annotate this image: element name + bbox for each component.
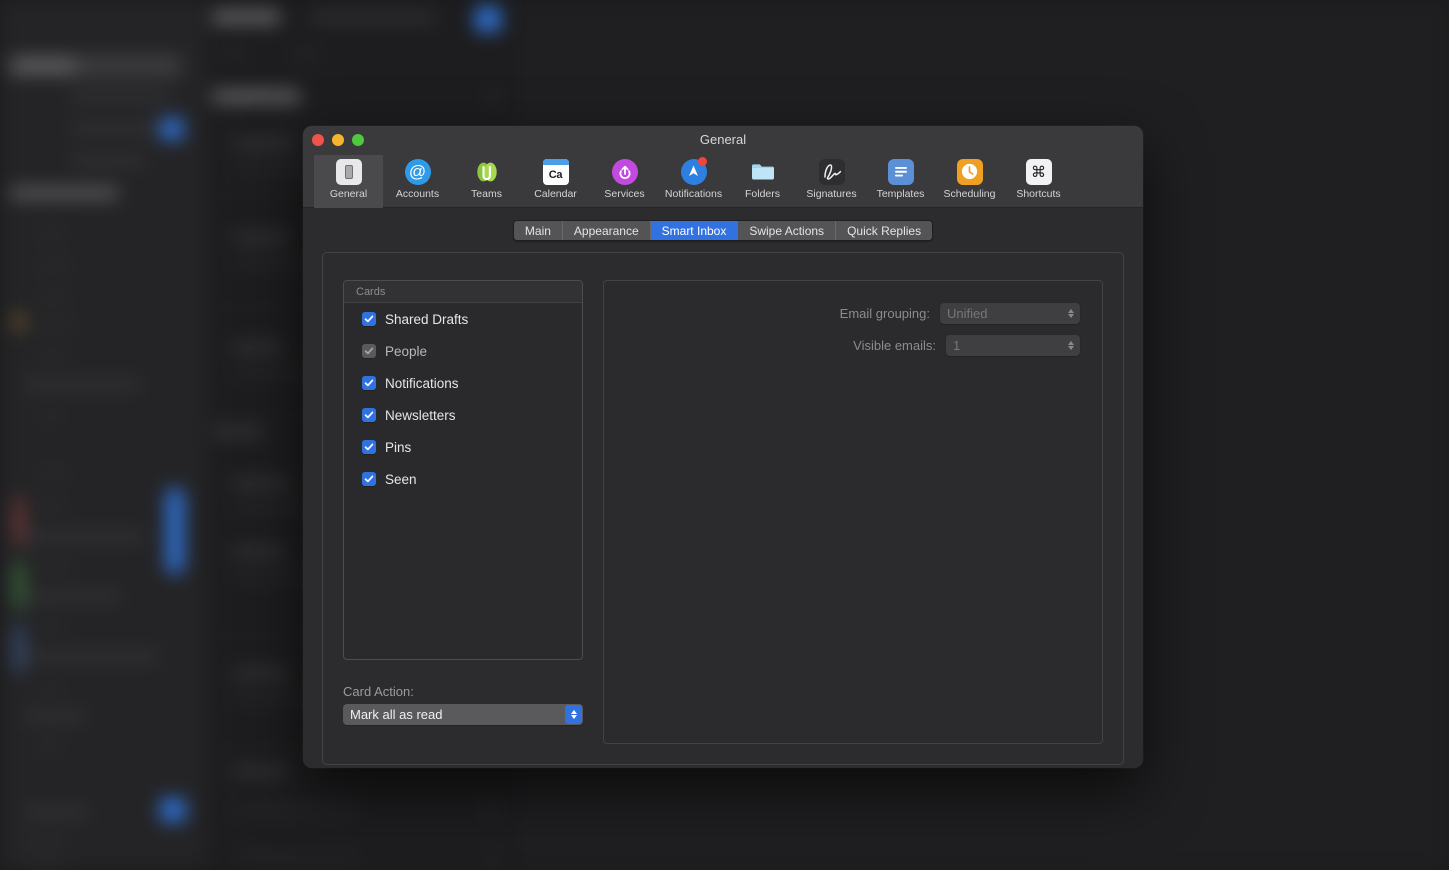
- folders-icon: [749, 158, 776, 185]
- checkbox-seen[interactable]: [362, 472, 376, 486]
- checkbox-shared-drafts[interactable]: [362, 312, 376, 326]
- visible-emails-value: 1: [946, 338, 960, 353]
- cards-column: Cards Shared Drafts People: [343, 280, 583, 744]
- tab-smart-inbox[interactable]: Smart Inbox: [651, 221, 739, 240]
- calendar-icon-glyph: Ca: [549, 165, 562, 185]
- list-item[interactable]: Newsletters: [344, 399, 582, 431]
- signatures-icon: [818, 158, 845, 185]
- card-action-label: Card Action:: [343, 684, 583, 699]
- toolbar-label-signatures: Signatures: [806, 188, 856, 200]
- shortcuts-icon-glyph: ⌘: [1026, 159, 1052, 185]
- calendar-icon: Ca: [542, 158, 569, 185]
- toolbar-label-scheduling: Scheduling: [944, 188, 996, 200]
- list-item-label: Newsletters: [385, 408, 456, 423]
- chevron-updown-icon: [1062, 336, 1079, 355]
- field-email-grouping: Email grouping: Unified: [604, 303, 1080, 324]
- toolbar-item-shortcuts[interactable]: ⌘ Shortcuts: [1004, 155, 1073, 208]
- smart-inbox-panel: Cards Shared Drafts People: [322, 252, 1124, 765]
- chevron-updown-icon: [1062, 304, 1079, 323]
- list-item-label: Notifications: [385, 376, 459, 391]
- list-item-label: People: [385, 344, 427, 359]
- tab-appearance[interactable]: Appearance: [563, 221, 651, 240]
- smart-inbox-settings: Email grouping: Unified Visible emails:: [603, 280, 1103, 744]
- minimize-button[interactable]: [332, 134, 344, 146]
- cards-list-header: Cards: [344, 281, 582, 303]
- list-item-label: Shared Drafts: [385, 312, 468, 327]
- templates-icon: [887, 158, 914, 185]
- window-title: General: [303, 126, 1143, 154]
- toolbar-item-general[interactable]: General: [314, 155, 383, 208]
- tab-bar-wrap: Main Appearance Smart Inbox Swipe Action…: [322, 220, 1124, 241]
- scheduling-icon: [956, 158, 983, 185]
- email-grouping-value: Unified: [940, 306, 987, 321]
- card-action-dropdown[interactable]: Mark all as read: [343, 704, 583, 725]
- toolbar-item-templates[interactable]: Templates: [866, 155, 935, 208]
- list-item[interactable]: Seen: [344, 463, 582, 495]
- tab-quick-replies[interactable]: Quick Replies: [836, 221, 932, 240]
- services-icon: [611, 158, 638, 185]
- card-action-block: Card Action: Mark all as read: [343, 684, 583, 725]
- accounts-icon: @: [404, 158, 431, 185]
- list-item[interactable]: Pins: [344, 431, 582, 463]
- toolbar-label-calendar: Calendar: [534, 188, 577, 200]
- preferences-toolbar: General @ Accounts Teams Ca: [303, 154, 1143, 208]
- toolbar-label-general: General: [330, 188, 367, 200]
- checkbox-pins[interactable]: [362, 440, 376, 454]
- toolbar-label-shortcuts: Shortcuts: [1016, 188, 1060, 200]
- shortcuts-icon: ⌘: [1025, 158, 1052, 185]
- visible-emails-dropdown: 1: [946, 335, 1080, 356]
- email-grouping-dropdown: Unified: [940, 303, 1080, 324]
- tab-bar: Main Appearance Smart Inbox Swipe Action…: [513, 220, 933, 241]
- toolbar-label-templates: Templates: [877, 188, 925, 200]
- visible-emails-label: Visible emails:: [853, 338, 936, 353]
- list-item-label: Seen: [385, 472, 417, 487]
- card-action-value: Mark all as read: [343, 707, 442, 722]
- general-icon: [335, 158, 362, 185]
- toolbar-item-calendar[interactable]: Ca Calendar: [521, 155, 590, 208]
- checkbox-notifications[interactable]: [362, 376, 376, 390]
- email-grouping-label: Email grouping:: [840, 306, 930, 321]
- toolbar-item-services[interactable]: Services: [590, 155, 659, 208]
- close-button[interactable]: [312, 134, 324, 146]
- toolbar-item-signatures[interactable]: Signatures: [797, 155, 866, 208]
- toolbar-label-teams: Teams: [471, 188, 502, 200]
- list-item-label: Pins: [385, 440, 411, 455]
- toolbar-item-folders[interactable]: Folders: [728, 155, 797, 208]
- list-item[interactable]: Notifications: [344, 367, 582, 399]
- toolbar-item-accounts[interactable]: @ Accounts: [383, 155, 452, 208]
- field-visible-emails: Visible emails: 1: [604, 335, 1080, 356]
- list-item: People: [344, 335, 582, 367]
- toolbar-label-services: Services: [604, 188, 644, 200]
- checkbox-newsletters[interactable]: [362, 408, 376, 422]
- zoom-button[interactable]: [352, 134, 364, 146]
- preferences-body: Main Appearance Smart Inbox Swipe Action…: [303, 208, 1143, 768]
- teams-icon: [473, 158, 500, 185]
- checkbox-people: [362, 344, 376, 358]
- chevron-updown-icon[interactable]: [565, 705, 582, 724]
- tab-swipe-actions[interactable]: Swipe Actions: [738, 221, 836, 240]
- traffic-light-buttons: [303, 134, 364, 146]
- notification-badge-dot: [698, 157, 707, 166]
- window-titlebar: General: [303, 126, 1143, 154]
- toolbar-item-notifications[interactable]: Notifications: [659, 155, 728, 208]
- preferences-window: General General @ Accounts Teams: [303, 126, 1143, 768]
- toolbar-label-folders: Folders: [745, 188, 780, 200]
- notifications-icon: [680, 158, 707, 185]
- list-item[interactable]: Shared Drafts: [344, 303, 582, 335]
- toolbar-label-notifications: Notifications: [665, 188, 722, 200]
- toolbar-item-teams[interactable]: Teams: [452, 155, 521, 208]
- toolbar-item-scheduling[interactable]: Scheduling: [935, 155, 1004, 208]
- cards-list[interactable]: Cards Shared Drafts People: [343, 280, 583, 660]
- toolbar-label-accounts: Accounts: [396, 188, 439, 200]
- tab-main[interactable]: Main: [514, 221, 563, 240]
